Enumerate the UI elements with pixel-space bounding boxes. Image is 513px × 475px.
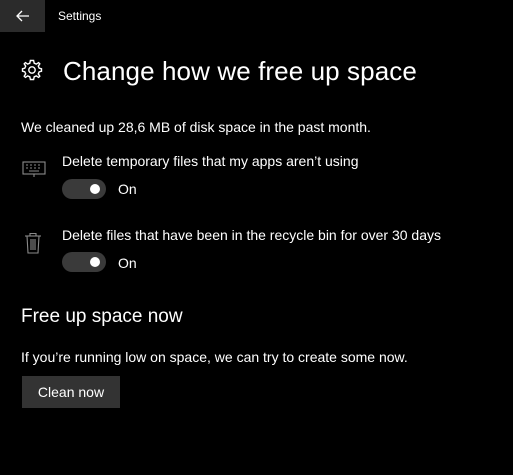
title-bar: Settings [0,0,513,32]
clean-now-button[interactable]: Clean now [22,376,120,408]
recycle-bin-toggle-state: On [118,255,137,271]
temp-files-toggle[interactable] [62,179,106,199]
recycle-bin-toggle[interactable] [62,252,106,272]
free-up-description: If you’re running low on space, we can t… [21,349,408,365]
cleanup-summary: We cleaned up 28,6 MB of disk space in t… [21,119,371,135]
temp-files-toggle-state: On [118,181,137,197]
keyboard-icon [22,161,46,177]
setting-recycle-bin-label: Delete files that have been in the recyc… [62,227,441,243]
app-title: Settings [58,9,102,23]
toggle-knob [90,184,100,194]
toggle-knob [90,257,100,267]
page-title: Change how we free up space [63,56,417,86]
settings-window: Settings Change how we free up space We … [0,0,513,475]
gear-icon [21,59,43,81]
page-header [20,58,44,82]
back-arrow-icon [15,10,29,22]
recycle-bin-icon [25,232,41,254]
back-button[interactable] [0,0,45,32]
free-up-section-title: Free up space now [21,306,183,327]
setting-temp-files-label: Delete temporary files that my apps aren… [62,153,359,169]
